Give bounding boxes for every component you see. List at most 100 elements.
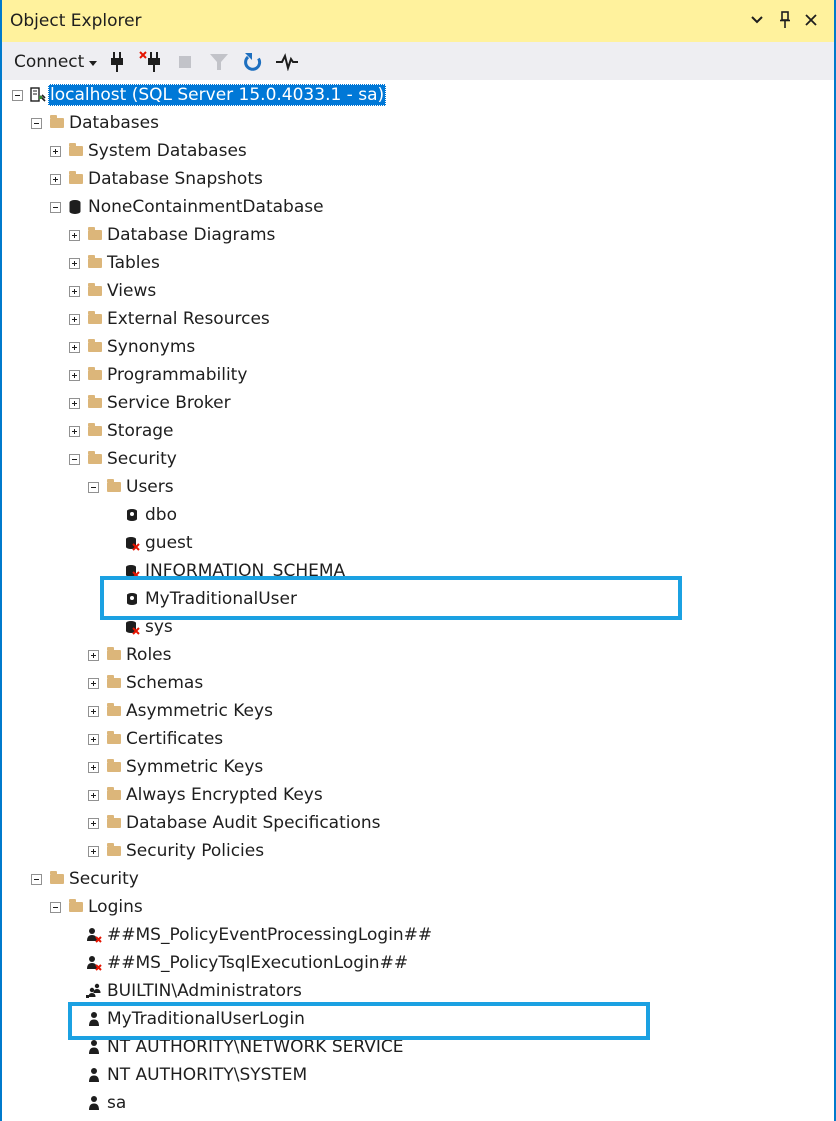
folder-icon [88, 451, 102, 464]
expand-icon[interactable] [69, 342, 80, 353]
folder-icon [50, 115, 64, 128]
collapse-icon[interactable] [31, 874, 42, 885]
tree-node-label: ##MS_PolicyTsqlExecutionLogin## [107, 953, 409, 973]
db-user-disabled-icon [124, 563, 140, 579]
title-bar: Object Explorer [2, 0, 834, 42]
expand-icon[interactable] [69, 258, 80, 269]
expand-icon[interactable] [69, 286, 80, 297]
folder-icon [88, 339, 102, 352]
object-explorer-panel: Object Explorer Connect localhost (SQL S… [0, 0, 836, 1121]
expand-icon[interactable] [88, 818, 99, 829]
folder-icon [69, 143, 83, 156]
folder-icon [88, 255, 102, 268]
expand-icon[interactable] [69, 314, 80, 325]
folder-icon [107, 703, 121, 716]
folder-icon [69, 899, 83, 912]
login-disabled-icon [86, 927, 102, 943]
collapse-icon[interactable] [50, 902, 61, 913]
expand-icon[interactable] [88, 790, 99, 801]
folder-icon [107, 759, 121, 772]
db-user-icon [124, 591, 140, 607]
tree-node-label: NT AUTHORITY\NETWORK SERVICE [107, 1037, 404, 1057]
database-label: NoneContainmentDatabase [88, 197, 324, 217]
expand-icon[interactable] [88, 734, 99, 745]
folder-icon [88, 423, 102, 436]
tree-node-label: Synonyms [107, 337, 196, 357]
folder-icon [88, 283, 102, 296]
folder-icon [88, 367, 102, 380]
folder-icon [107, 647, 121, 660]
folder-icon [107, 787, 121, 800]
tree-node-label: Security [107, 449, 177, 469]
connect-object-explorer-icon[interactable] [104, 49, 130, 75]
expand-icon[interactable] [69, 230, 80, 241]
tree-node-label: Schemas [126, 673, 204, 693]
folder-icon [69, 171, 83, 184]
folder-icon [50, 871, 64, 884]
folder-icon [107, 815, 121, 828]
tree-node-label: dbo [145, 505, 177, 525]
db-user-icon [124, 507, 140, 523]
databases-label: Databases [69, 113, 159, 133]
tree-node-label: Database Diagrams [107, 225, 276, 245]
stop-icon[interactable] [172, 49, 198, 75]
expand-icon[interactable] [69, 370, 80, 381]
tree-node-label: Programmability [107, 365, 248, 385]
server-label: localhost (SQL Server 15.0.4033.1 - sa) [48, 84, 387, 106]
folder-icon [88, 311, 102, 324]
tree-node-label: sa [107, 1093, 127, 1113]
connect-button[interactable]: Connect [14, 51, 98, 73]
tree-node-label: MyTraditionalUser [145, 589, 297, 609]
login-group-icon [86, 983, 102, 999]
login-icon [86, 1095, 102, 1111]
collapse-icon[interactable] [12, 90, 23, 101]
db-user-disabled-icon [124, 535, 140, 551]
folder-icon [107, 731, 121, 744]
tree-node-label: Users [126, 477, 174, 497]
expand-icon[interactable] [88, 846, 99, 857]
db-user-disabled-icon [124, 619, 140, 635]
activity-monitor-icon[interactable] [274, 49, 300, 75]
disconnect-icon[interactable] [138, 49, 164, 75]
expand-icon[interactable] [69, 398, 80, 409]
tree-node-label: Always Encrypted Keys [126, 785, 323, 805]
tree-node-label: NT AUTHORITY\SYSTEM [107, 1065, 308, 1085]
tree-node-label: MyTraditionalUserLogin [107, 1009, 305, 1029]
tree-node-label: Security [69, 869, 139, 889]
tree-node-label: External Resources [107, 309, 270, 329]
close-icon[interactable] [800, 8, 822, 32]
connect-label: Connect [14, 52, 85, 72]
expand-icon[interactable] [88, 706, 99, 717]
login-icon [86, 1011, 102, 1027]
login-disabled-icon [86, 955, 102, 971]
folder-icon [107, 479, 121, 492]
tree-node-label: Tables [107, 253, 160, 273]
expand-icon[interactable] [69, 426, 80, 437]
expand-icon[interactable] [88, 678, 99, 689]
expand-icon[interactable] [50, 146, 61, 157]
toolbar: Connect [2, 42, 834, 80]
folder-icon [107, 675, 121, 688]
collapse-icon[interactable] [50, 202, 61, 213]
pin-icon[interactable] [774, 8, 796, 32]
filter-icon[interactable] [206, 49, 232, 75]
collapse-icon[interactable] [69, 454, 80, 465]
collapse-icon[interactable] [88, 482, 99, 493]
tree-node-label: Database Audit Specifications [126, 813, 381, 833]
tree-node-label: Roles [126, 645, 172, 665]
panel-title: Object Explorer [10, 11, 142, 31]
expand-icon[interactable] [88, 762, 99, 773]
expand-icon[interactable] [50, 174, 61, 185]
tree-node-label: Logins [88, 897, 143, 917]
chevron-down-icon [89, 60, 98, 66]
refresh-icon[interactable] [240, 49, 266, 75]
tree-node-label: ##MS_PolicyEventProcessingLogin## [107, 925, 433, 945]
tree-node-label: Views [107, 281, 157, 301]
tree-node-label: Symmetric Keys [126, 757, 264, 777]
collapse-icon[interactable] [31, 118, 42, 129]
expand-icon[interactable] [88, 650, 99, 661]
tree-node-label: BUILTIN\Administrators [107, 981, 302, 1001]
window-position-icon[interactable] [746, 8, 768, 32]
system-databases-label: System Databases [88, 141, 247, 161]
tree-node-label: Certificates [126, 729, 224, 749]
